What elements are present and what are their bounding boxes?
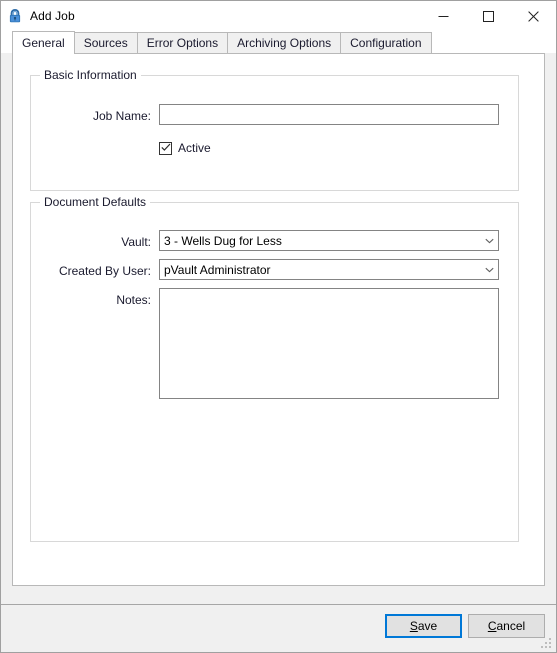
maximize-icon [483,10,494,22]
window-title: Add Job [30,9,75,23]
save-label-rest: ave [417,619,438,633]
created-by-user-selected-value: pVault Administrator [164,262,271,277]
created-by-user-combobox[interactable]: pVault Administrator [159,259,499,280]
notes-label: Notes: [116,293,151,307]
vault-label: Vault: [121,235,151,249]
document-defaults-title: Document Defaults [40,195,151,209]
lock-icon [7,8,23,24]
add-job-dialog: Add Job General Sources Error Options Ar… [0,0,557,653]
maximize-button[interactable] [466,1,511,31]
cancel-button[interactable]: Cancel [468,614,545,638]
title-bar: Add Job [1,1,556,31]
notes-textarea[interactable] [159,288,499,399]
resize-grip-icon[interactable] [541,638,553,650]
job-name-label: Job Name: [92,109,151,123]
tab-strip: General Sources Error Options Archiving … [1,31,556,54]
tab-sources[interactable]: Sources [73,32,138,53]
save-button[interactable]: Save [385,614,462,638]
tab-configuration[interactable]: Configuration [340,32,432,53]
save-button-label: Save [410,619,437,633]
save-accel-key: S [409,619,418,633]
job-name-input[interactable] [159,104,499,125]
created-by-user-label: Created By User: [58,264,151,278]
active-checkbox[interactable] [159,141,172,155]
active-checkbox-row[interactable]: Active [159,141,211,155]
cancel-button-label: Cancel [488,619,525,633]
tab-archiving-options[interactable]: Archiving Options [227,32,342,53]
minimize-button[interactable] [421,1,466,31]
tab-panel-wrapper: Basic Information Job Name: Active Docum… [1,53,556,604]
chevron-down-icon[interactable] [481,267,498,273]
document-defaults-group: Document Defaults Vault: 3 - Wells Dug f… [30,195,519,542]
dialog-footer: Save Cancel [1,604,556,652]
general-tab-panel: Basic Information Job Name: Active Docum… [12,53,545,586]
chevron-down-icon[interactable] [481,238,498,244]
check-icon [160,141,171,155]
active-label: Active [178,141,211,155]
vault-selected-value: 3 - Wells Dug for Less [164,233,282,248]
cancel-label-rest: ancel [496,619,526,633]
tab-error-options[interactable]: Error Options [136,32,229,53]
vault-combobox[interactable]: 3 - Wells Dug for Less [159,230,499,251]
close-icon [528,10,539,22]
caption-buttons [421,1,556,31]
minimize-icon [438,11,449,22]
tab-general[interactable]: General [12,31,75,54]
basic-information-title: Basic Information [40,68,141,82]
basic-information-group: Basic Information Job Name: Active [30,68,519,191]
close-button[interactable] [511,1,556,31]
